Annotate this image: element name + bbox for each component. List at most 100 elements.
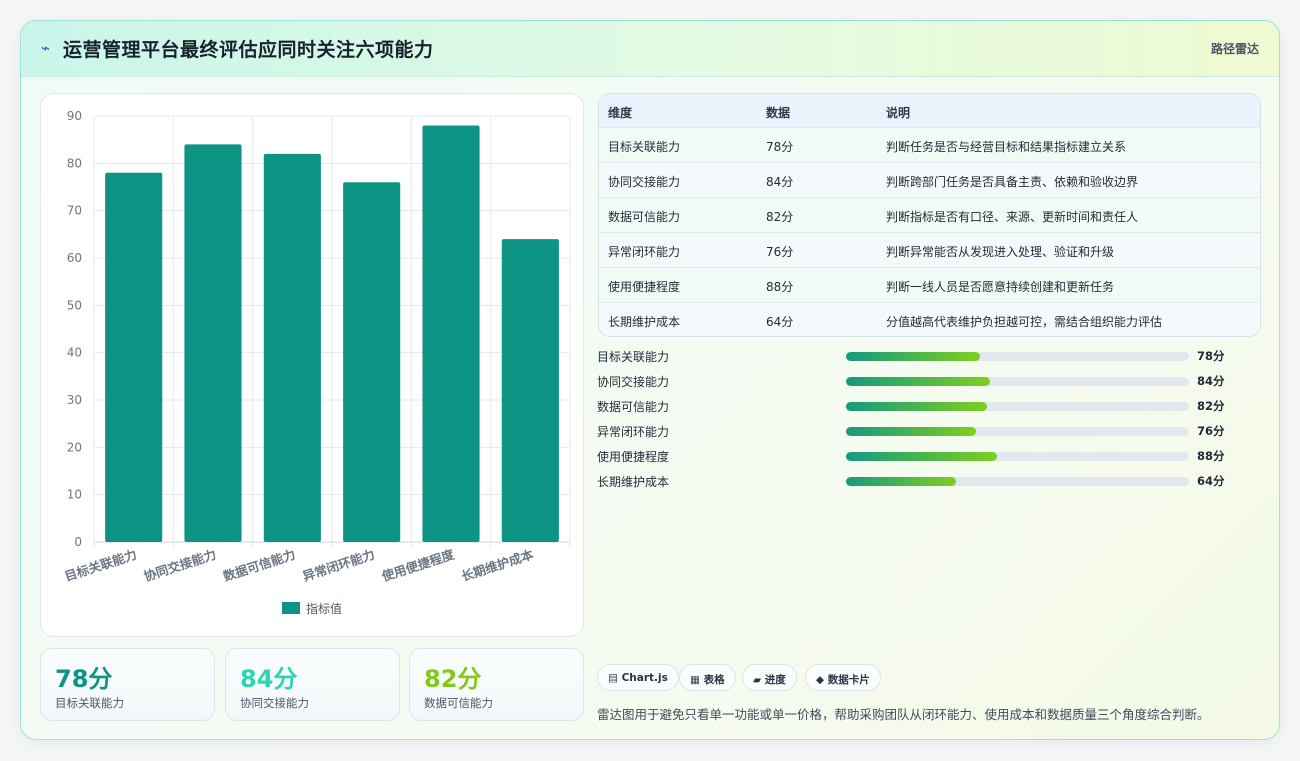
- progress-icon: ▰: [753, 674, 762, 686]
- chart-icon: ▤: [608, 672, 618, 684]
- table-row: 使用便捷程度 88分 判断一线人员是否愿意持续创建和更新任务: [599, 267, 1260, 302]
- table-cell: 82分: [766, 210, 794, 224]
- table-cell: 数据可信能力: [608, 210, 681, 224]
- y-tick-label: 40: [67, 346, 82, 360]
- tag-table[interactable]: ▦ 表格: [679, 664, 736, 691]
- bar-chart: 0 10 20 30 40 50 60 70 80 90 目标关联能力 协同交接能力 数据可信能力 异常闭…: [63, 109, 571, 616]
- stat-card: 82分 数据可信能力: [409, 648, 584, 721]
- legend-label: 指标值: [306, 601, 342, 616]
- table-cell: 88分: [766, 280, 794, 294]
- x-tick-label: 使用便捷程度: [379, 546, 456, 584]
- table-row: 协同交接能力 84分 判断跨部门任务是否具备主责、依赖和验收边界: [599, 162, 1260, 197]
- table-cell: 判断任务是否与经营目标和结果指标建立关系: [886, 140, 1127, 154]
- progress-row: 长期维护成本 64分: [597, 473, 1242, 489]
- progress-fill: [846, 452, 997, 461]
- table-cell: 78分: [766, 140, 794, 154]
- table-cell: 异常闭环能力: [608, 245, 681, 259]
- progress-track: [846, 377, 1189, 386]
- table-cell: 判断跨部门任务是否具备主责、依赖和验收边界: [886, 175, 1139, 189]
- progress-label: 使用便捷程度: [597, 450, 670, 464]
- y-tick-label: 60: [67, 251, 82, 265]
- progress-fill: [846, 377, 991, 386]
- progress-value: 88分: [1197, 449, 1225, 463]
- stat-value: 84分: [240, 665, 298, 693]
- progress-label: 协同交接能力: [597, 375, 670, 389]
- y-tick-label: 10: [67, 488, 82, 502]
- y-tick-label: 20: [67, 440, 82, 454]
- stat-card: 84分 协同交接能力: [225, 648, 400, 721]
- table-cell: 判断一线人员是否愿意持续创建和更新任务: [886, 280, 1115, 294]
- table-row: 异常闭环能力 76分 判断异常能否从发现进入处理、验证和升级: [599, 232, 1260, 267]
- progress-value: 78分: [1197, 349, 1225, 363]
- table-cell: 76分: [766, 245, 794, 259]
- table-row: 长期维护成本 64分 分值越高代表维护负担越可控，需结合组织能力评估: [599, 302, 1260, 336]
- header-tag: 路径雷达: [1210, 42, 1259, 56]
- table-header-cell: 数据: [766, 106, 791, 120]
- progress-fill: [846, 427, 977, 436]
- progress-value: 82分: [1197, 399, 1225, 413]
- progress-label: 异常闭环能力: [597, 425, 670, 439]
- progress-row: 异常闭环能力 76分: [597, 423, 1242, 439]
- progress-fill: [846, 352, 980, 361]
- progress-track: [846, 477, 1189, 486]
- x-tick-label: 异常闭环能力: [301, 547, 377, 584]
- y-tick-label: 70: [67, 204, 82, 218]
- progress-fill: [846, 477, 956, 486]
- progress-track: [846, 402, 1189, 411]
- tag-label: Chart.js: [621, 672, 668, 684]
- x-tick-label: 协同交接能力: [142, 547, 218, 584]
- bar-chart-panel: 0 10 20 30 40 50 60 70 80 90 目标关联能力 协同交接能力 数据可信能力 异常闭…: [40, 93, 584, 637]
- tag-label: 表格: [703, 674, 725, 686]
- y-tick-label: 0: [74, 535, 82, 549]
- table-cell: 分值越高代表维护负担越可控，需结合组织能力评估: [886, 315, 1163, 329]
- stat-value: 82分: [424, 665, 482, 693]
- table-header-cell: 说明: [886, 106, 911, 120]
- tag-chartjs[interactable]: ▤ Chart.js: [597, 664, 679, 691]
- table-header-cell: 维度: [608, 106, 633, 120]
- card-icon: ◆: [816, 674, 825, 686]
- bar: [501, 239, 559, 543]
- progress-value: 84分: [1197, 374, 1225, 388]
- progress-row: 目标关联能力 78分: [597, 348, 1242, 364]
- x-tick-label: 数据可信能力: [220, 547, 297, 585]
- y-tick-label: 50: [67, 298, 82, 312]
- bar: [263, 153, 321, 542]
- stat-label: 协同交接能力: [240, 696, 309, 710]
- table-cell: 84分: [766, 175, 794, 189]
- tag-data-card[interactable]: ◆ 数据卡片: [805, 664, 881, 691]
- progress-label: 目标关联能力: [597, 350, 670, 364]
- progress-track: [846, 427, 1189, 436]
- bar: [105, 172, 163, 543]
- table-cell: 长期维护成本: [608, 315, 681, 329]
- lightning-icon: ⌁: [41, 39, 51, 57]
- progress-value: 64分: [1197, 474, 1225, 488]
- progress-fill: [846, 402, 987, 411]
- progress-track: [846, 352, 1189, 361]
- tag-progress[interactable]: ▰ 进度: [742, 664, 797, 691]
- stat-value: 78分: [55, 665, 113, 693]
- header: ⌁ 运营管理平台最终评估应同时关注六项能力 路径雷达: [21, 21, 1279, 77]
- table-header-row: 维度 数据 说明: [599, 94, 1260, 127]
- y-tick-label: 30: [67, 393, 82, 407]
- progress-track: [846, 452, 1189, 461]
- progress-row: 使用便捷程度 88分: [597, 448, 1242, 464]
- y-tick-label: 90: [67, 109, 82, 123]
- table-cell: 判断异常能否从发现进入处理、验证和升级: [886, 245, 1115, 259]
- page-title: 运营管理平台最终评估应同时关注六项能力: [63, 39, 434, 61]
- footnote: 雷达图用于避免只看单一功能或单一价格，帮助采购团队从闭环能力、使用成本和数据质量…: [597, 707, 1210, 722]
- table-cell: 64分: [766, 315, 794, 329]
- table-cell: 判断指标是否有口径、来源、更新时间和责任人: [886, 210, 1139, 224]
- bar: [184, 144, 242, 542]
- table-row: 目标关联能力 78分 判断任务是否与经营目标和结果指标建立关系: [599, 127, 1260, 162]
- progress-value: 76分: [1197, 424, 1225, 438]
- y-tick-label: 80: [67, 156, 82, 170]
- stat-label: 目标关联能力: [55, 696, 124, 710]
- bar: [343, 182, 401, 542]
- progress-label: 数据可信能力: [597, 400, 670, 414]
- progress-row: 数据可信能力 82分: [597, 398, 1242, 414]
- stat-card: 78分 目标关联能力: [40, 648, 215, 721]
- legend-swatch: [282, 602, 300, 614]
- table-icon: ▦: [690, 674, 700, 686]
- progress-row: 协同交接能力 84分: [597, 373, 1242, 389]
- table-cell: 目标关联能力: [608, 140, 681, 154]
